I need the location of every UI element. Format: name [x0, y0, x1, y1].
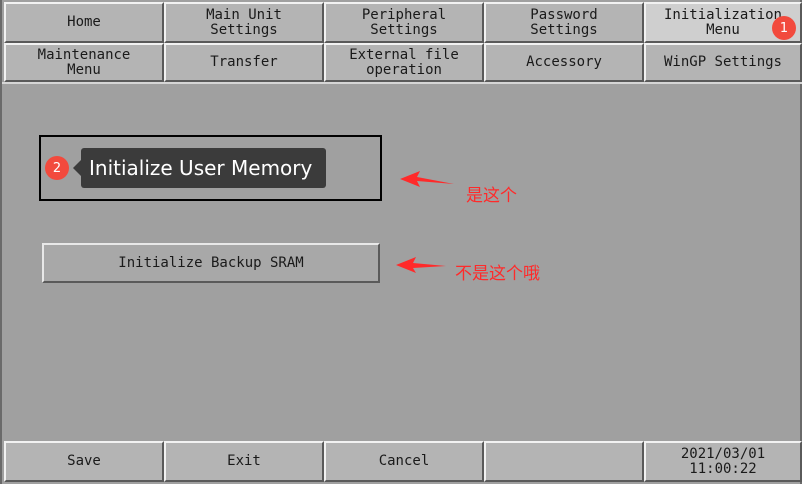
- tab-main-unit-settings[interactable]: Main Unit Settings: [164, 2, 324, 43]
- tab-password-settings[interactable]: Password Settings: [484, 2, 644, 43]
- exit-button[interactable]: Exit: [164, 441, 324, 482]
- tab-external-file-operation[interactable]: External file operation: [324, 43, 484, 82]
- date-text: 2021/03/01: [680, 445, 766, 462]
- initialize-backup-sram-button[interactable]: Initialize Backup SRAM: [42, 243, 380, 283]
- save-button[interactable]: Save: [4, 441, 164, 482]
- annotation-note-2: 不是这个哦: [455, 264, 540, 284]
- annotation-badge-2: 2: [45, 156, 69, 180]
- tab-peripheral-settings[interactable]: Peripheral Settings: [324, 2, 484, 43]
- time-text: 11:00:22: [689, 460, 757, 477]
- annotation-arrow-2: [396, 257, 446, 273]
- datetime-display: 2021/03/01 11:00:22: [644, 441, 802, 482]
- cancel-button[interactable]: Cancel: [324, 441, 484, 482]
- hmi-screen: Home Main Unit Settings Peripheral Setti…: [0, 0, 802, 484]
- annotation-badge-1: 1: [772, 16, 796, 40]
- tab-maintenance-menu[interactable]: Maintenance Menu: [4, 43, 164, 82]
- tab-strip-divider: [2, 82, 802, 84]
- tooltip-arrow: [73, 160, 81, 176]
- annotation-note-1: 是这个: [466, 186, 517, 206]
- tab-home[interactable]: Home: [4, 2, 164, 43]
- tab-transfer[interactable]: Transfer: [164, 43, 324, 82]
- blank-footer-button[interactable]: [484, 441, 644, 482]
- tooltip-initialize-user-memory: Initialize User Memory: [81, 148, 326, 188]
- tab-accessory[interactable]: Accessory: [484, 43, 644, 82]
- tooltip-label: Initialize User Memory: [89, 156, 313, 180]
- annotation-arrow-1: [400, 171, 454, 187]
- tab-wingp-settings[interactable]: WinGP Settings: [644, 43, 802, 82]
